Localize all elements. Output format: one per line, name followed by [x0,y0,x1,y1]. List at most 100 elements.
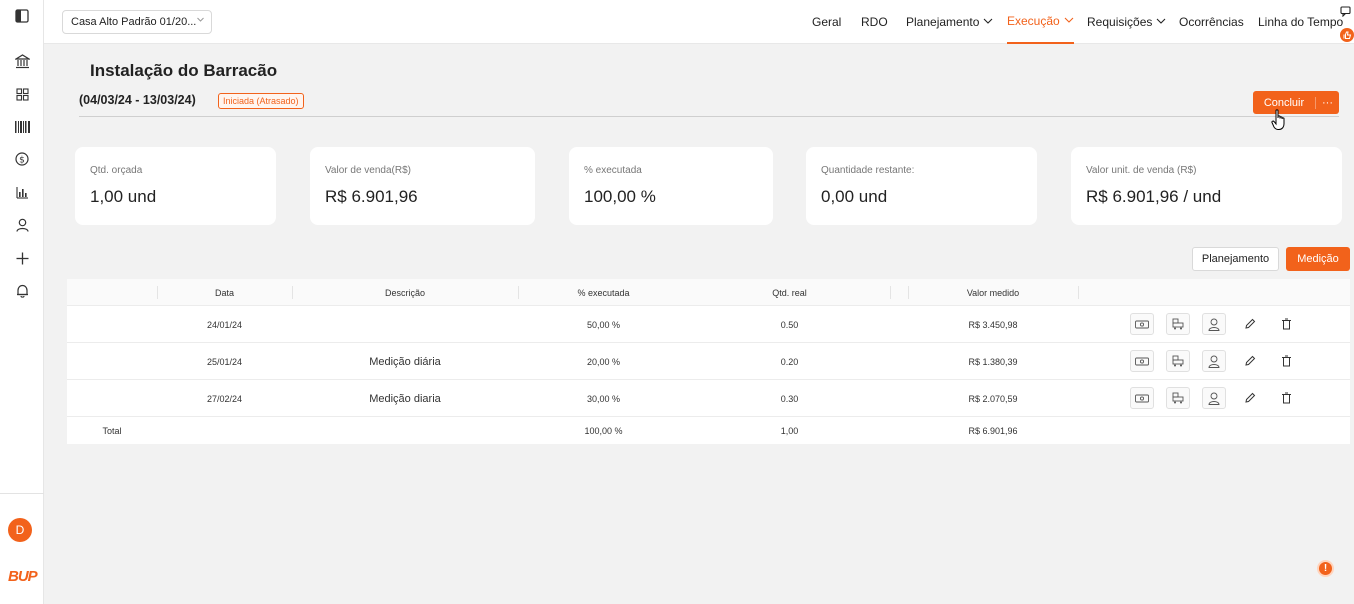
card-value: 0,00 und [821,187,888,206]
more-options-button[interactable]: ··· [1315,96,1339,109]
card-label: Valor de venda(R$) [325,165,411,176]
nav-label: Requisições [1087,15,1153,29]
nav-execucao[interactable]: Execução [1007,0,1074,44]
total-valor-medido: R$ 6.901,96 [968,425,1018,436]
grid-icon[interactable] [12,84,32,104]
money-icon[interactable] [1130,313,1154,335]
nav-linha-do-tempo[interactable]: Linha do Tempo [1258,0,1343,44]
brand-logo: BUP [8,568,38,585]
truck-icon[interactable] [1166,313,1190,335]
nav-label: Planejamento [906,15,980,29]
column-separator [890,286,891,299]
edit-icon[interactable] [1238,313,1262,335]
conclude-button[interactable]: Concluir [1253,97,1315,109]
header-descricao: Descrição [384,287,425,298]
card-label: Qtd. orçada [90,165,143,176]
nav-rdo[interactable]: RDO [861,0,888,44]
truck-icon[interactable] [1166,350,1190,372]
total-qtd-real: 1,00 [780,425,799,436]
trash-icon[interactable] [1274,387,1298,409]
nav-label: Execução [1007,14,1060,28]
nav-label: Linha do Tempo [1258,15,1344,29]
header-qtd-real: Qtd. real [772,287,807,298]
like-icon[interactable] [1340,28,1354,47]
dollar-icon[interactable]: $ [12,149,32,169]
person-icon[interactable] [1202,387,1226,409]
cell-executada: 50,00 % [586,319,621,330]
card-quantidade-restante: Quantidade restante: 0,00 und [806,147,1037,225]
chevron-down-icon [1064,16,1074,27]
total-executada: 100,00 % [584,425,623,436]
bell-icon[interactable] [12,281,32,301]
status-badge: Iniciada (Atrasado) [218,93,304,109]
card-percent-executada: % executada 100,00 % [569,147,773,225]
card-qtd-orcada: Qtd. orçada 1,00 und [75,147,276,225]
card-valor-unitario: Valor unit. de venda (R$) R$ 6.901,96 / … [1071,147,1342,225]
plus-icon[interactable] [12,248,32,268]
help-icon[interactable]: ! [1317,560,1334,577]
nav-ocorrencias[interactable]: Ocorrências [1179,0,1244,44]
project-select-value: Casa Alto Padrão 01/20... [71,16,197,28]
avatar[interactable]: D [8,518,32,542]
chevron-down-icon [983,17,993,28]
card-label: Quantidade restante: [821,165,915,176]
bank-icon[interactable] [12,51,32,71]
person-icon[interactable] [1202,350,1226,372]
chevron-down-icon [196,15,205,27]
card-label: Valor unit. de venda (R$) [1086,165,1197,176]
table-row[interactable]: 27/02/24 Medição diaria 30,00 % 0.30 R$ … [67,380,1350,417]
table-total-row: Total 100,00 % 1,00 R$ 6.901,96 [67,417,1350,444]
trash-icon[interactable] [1274,350,1298,372]
edit-icon[interactable] [1238,350,1262,372]
header-divider [79,116,1339,117]
header-executada: % executada [577,287,630,298]
edit-icon[interactable] [1238,387,1262,409]
panel-toggle-icon[interactable] [12,6,32,26]
svg-text:$: $ [19,156,25,166]
nav-requisicoes[interactable]: Requisições [1087,0,1166,44]
cell-executada: 30,00 % [586,393,621,404]
conclude-button-group: Concluir ··· [1253,91,1339,114]
header-data: Data [214,287,234,298]
cell-descricao [292,306,518,343]
sidebar-divider [0,493,44,494]
tab-medicao[interactable]: Medição [1286,247,1350,271]
barcode-icon[interactable] [12,117,32,137]
nav-geral[interactable]: Geral [812,0,841,44]
sidebar: $ D BUP [0,0,44,604]
corner-icons [1340,4,1354,47]
measurements-table: Data Descrição % executada Qtd. real Val… [67,279,1350,444]
cell-descricao: Medição diária [369,355,441,368]
card-value: 100,00 % [584,187,656,206]
trash-icon[interactable] [1274,313,1298,335]
bar-chart-icon[interactable] [12,182,32,202]
tab-planejamento[interactable]: Planejamento [1192,247,1279,271]
nav-label: Geral [812,15,842,29]
total-label: Total [102,425,122,436]
user-icon[interactable] [12,215,32,235]
topbar: Casa Alto Padrão 01/20... Geral RDO Plan… [44,0,1354,44]
cell-data: 24/01/24 [206,319,243,330]
cell-qtd-real: 0.50 [780,319,799,330]
cell-data: 25/01/24 [206,356,243,367]
card-value: R$ 6.901,96 / und [1086,187,1222,206]
card-label: % executada [584,165,642,176]
chat-icon[interactable] [1340,4,1354,22]
table-row[interactable]: 24/01/24 50,00 % 0.50 R$ 3.450,98 [67,306,1350,343]
cell-valor-medido: R$ 2.070,59 [968,393,1018,404]
nav-planejamento[interactable]: Planejamento [906,0,993,44]
header-valor-medido: Valor medido [966,287,1020,298]
truck-icon[interactable] [1166,387,1190,409]
hand-cursor-icon [1271,109,1287,136]
cell-valor-medido: R$ 3.450,98 [968,319,1018,330]
date-range: (04/03/24 - 13/03/24) [79,93,196,107]
table-row[interactable]: 25/01/24 Medição diária 20,00 % 0.20 R$ … [67,343,1350,380]
money-icon[interactable] [1130,350,1154,372]
money-icon[interactable] [1130,387,1154,409]
card-valor-venda: Valor de venda(R$) R$ 6.901,96 [310,147,535,225]
cell-qtd-real: 0.20 [780,356,799,367]
person-icon[interactable] [1202,313,1226,335]
page-title: Instalação do Barracão [90,61,278,80]
nav-label: RDO [861,15,888,29]
project-select[interactable]: Casa Alto Padrão 01/20... [62,10,212,34]
